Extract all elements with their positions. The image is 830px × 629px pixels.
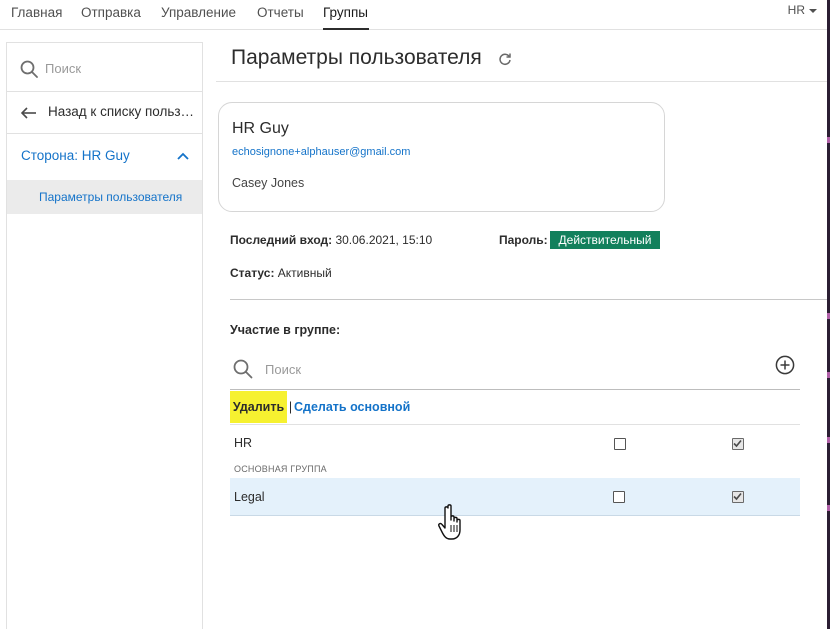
- chevron-up-icon: [177, 152, 189, 160]
- status-label: Статус:: [230, 266, 275, 280]
- search-icon: [20, 60, 38, 78]
- user-card: HR Guy echosignone+alphauser@gmail.com C…: [218, 102, 665, 212]
- nav-groups[interactable]: Группы: [323, 5, 368, 20]
- back-to-user-list[interactable]: Назад к списку пользователей: [7, 92, 202, 134]
- actions-separator: |: [288, 400, 293, 414]
- sidebar-item-label: Параметры пользователя: [39, 190, 183, 204]
- section-divider: [230, 299, 827, 300]
- checkbox-col2[interactable]: [732, 491, 744, 503]
- user-name: HR Guy: [232, 120, 289, 137]
- back-label: Назад к списку пользователей: [48, 104, 200, 119]
- nav-manage[interactable]: Управление: [161, 5, 236, 20]
- table-row[interactable]: HR: [230, 425, 800, 463]
- user-full-name: Casey Jones: [232, 176, 305, 190]
- active-tab-indicator: [323, 28, 369, 30]
- password-label-text: Пароль:: [499, 233, 548, 247]
- nav-send[interactable]: Отправка: [81, 5, 141, 20]
- checkbox-col1[interactable]: [614, 438, 626, 450]
- hand-cursor-icon: [438, 504, 461, 540]
- party-section-toggle[interactable]: Сторона: HR Guy: [7, 134, 202, 180]
- checkmark-icon: [733, 492, 742, 501]
- primary-group-label: ОСНОВНАЯ ГРУППА: [234, 464, 327, 474]
- sidebar-search: [7, 43, 202, 92]
- group-search-input[interactable]: [265, 359, 685, 379]
- password-label: Пароль:: [499, 233, 548, 247]
- last-login: Последний вход: 30.06.2021, 15:10: [230, 233, 432, 247]
- last-login-label: Последний вход:: [230, 233, 333, 247]
- nav-reports[interactable]: Отчеты: [257, 5, 304, 20]
- group-name: HR: [234, 436, 253, 450]
- sidebar: Назад к списку пользователей Сторона: HR…: [6, 42, 203, 629]
- arrow-left-icon: [21, 107, 36, 119]
- last-login-value: 30.06.2021, 15:10: [335, 233, 433, 247]
- password-status-badge: Действительный: [550, 231, 660, 249]
- page-header: Параметры пользователя: [216, 42, 827, 82]
- remove-button[interactable]: Удалить: [230, 391, 287, 423]
- make-primary-button[interactable]: Сделать основной: [294, 391, 410, 423]
- user-status: Статус: Активный: [230, 266, 332, 280]
- nav-home[interactable]: Главная: [11, 5, 62, 20]
- status-value: Активный: [277, 266, 332, 280]
- refresh-icon[interactable]: [498, 52, 512, 66]
- caret-down-icon: [809, 8, 817, 13]
- checkmark-icon: [733, 439, 742, 448]
- user-menu-label: HR: [787, 3, 805, 17]
- group-search: [230, 350, 800, 390]
- page-title: Параметры пользователя: [231, 46, 482, 69]
- sidebar-search-input[interactable]: [45, 57, 195, 79]
- group-name: Legal: [234, 490, 265, 504]
- user-email-link[interactable]: echosignone+alphauser@gmail.com: [232, 146, 410, 158]
- checkbox-col2[interactable]: [732, 438, 744, 450]
- sidebar-item-user-settings[interactable]: Параметры пользователя: [7, 180, 202, 214]
- search-icon: [233, 359, 253, 379]
- top-navigation: Главная Отправка Управление Отчеты Групп…: [0, 0, 827, 30]
- add-circle-icon[interactable]: [775, 355, 795, 375]
- user-menu[interactable]: HR: [788, 3, 817, 17]
- party-label: Сторона: HR Guy: [21, 148, 130, 163]
- checkbox-col1[interactable]: [613, 491, 625, 503]
- group-membership-title: Участие в группе:: [230, 323, 341, 337]
- table-row-selected[interactable]: Legal: [230, 478, 800, 516]
